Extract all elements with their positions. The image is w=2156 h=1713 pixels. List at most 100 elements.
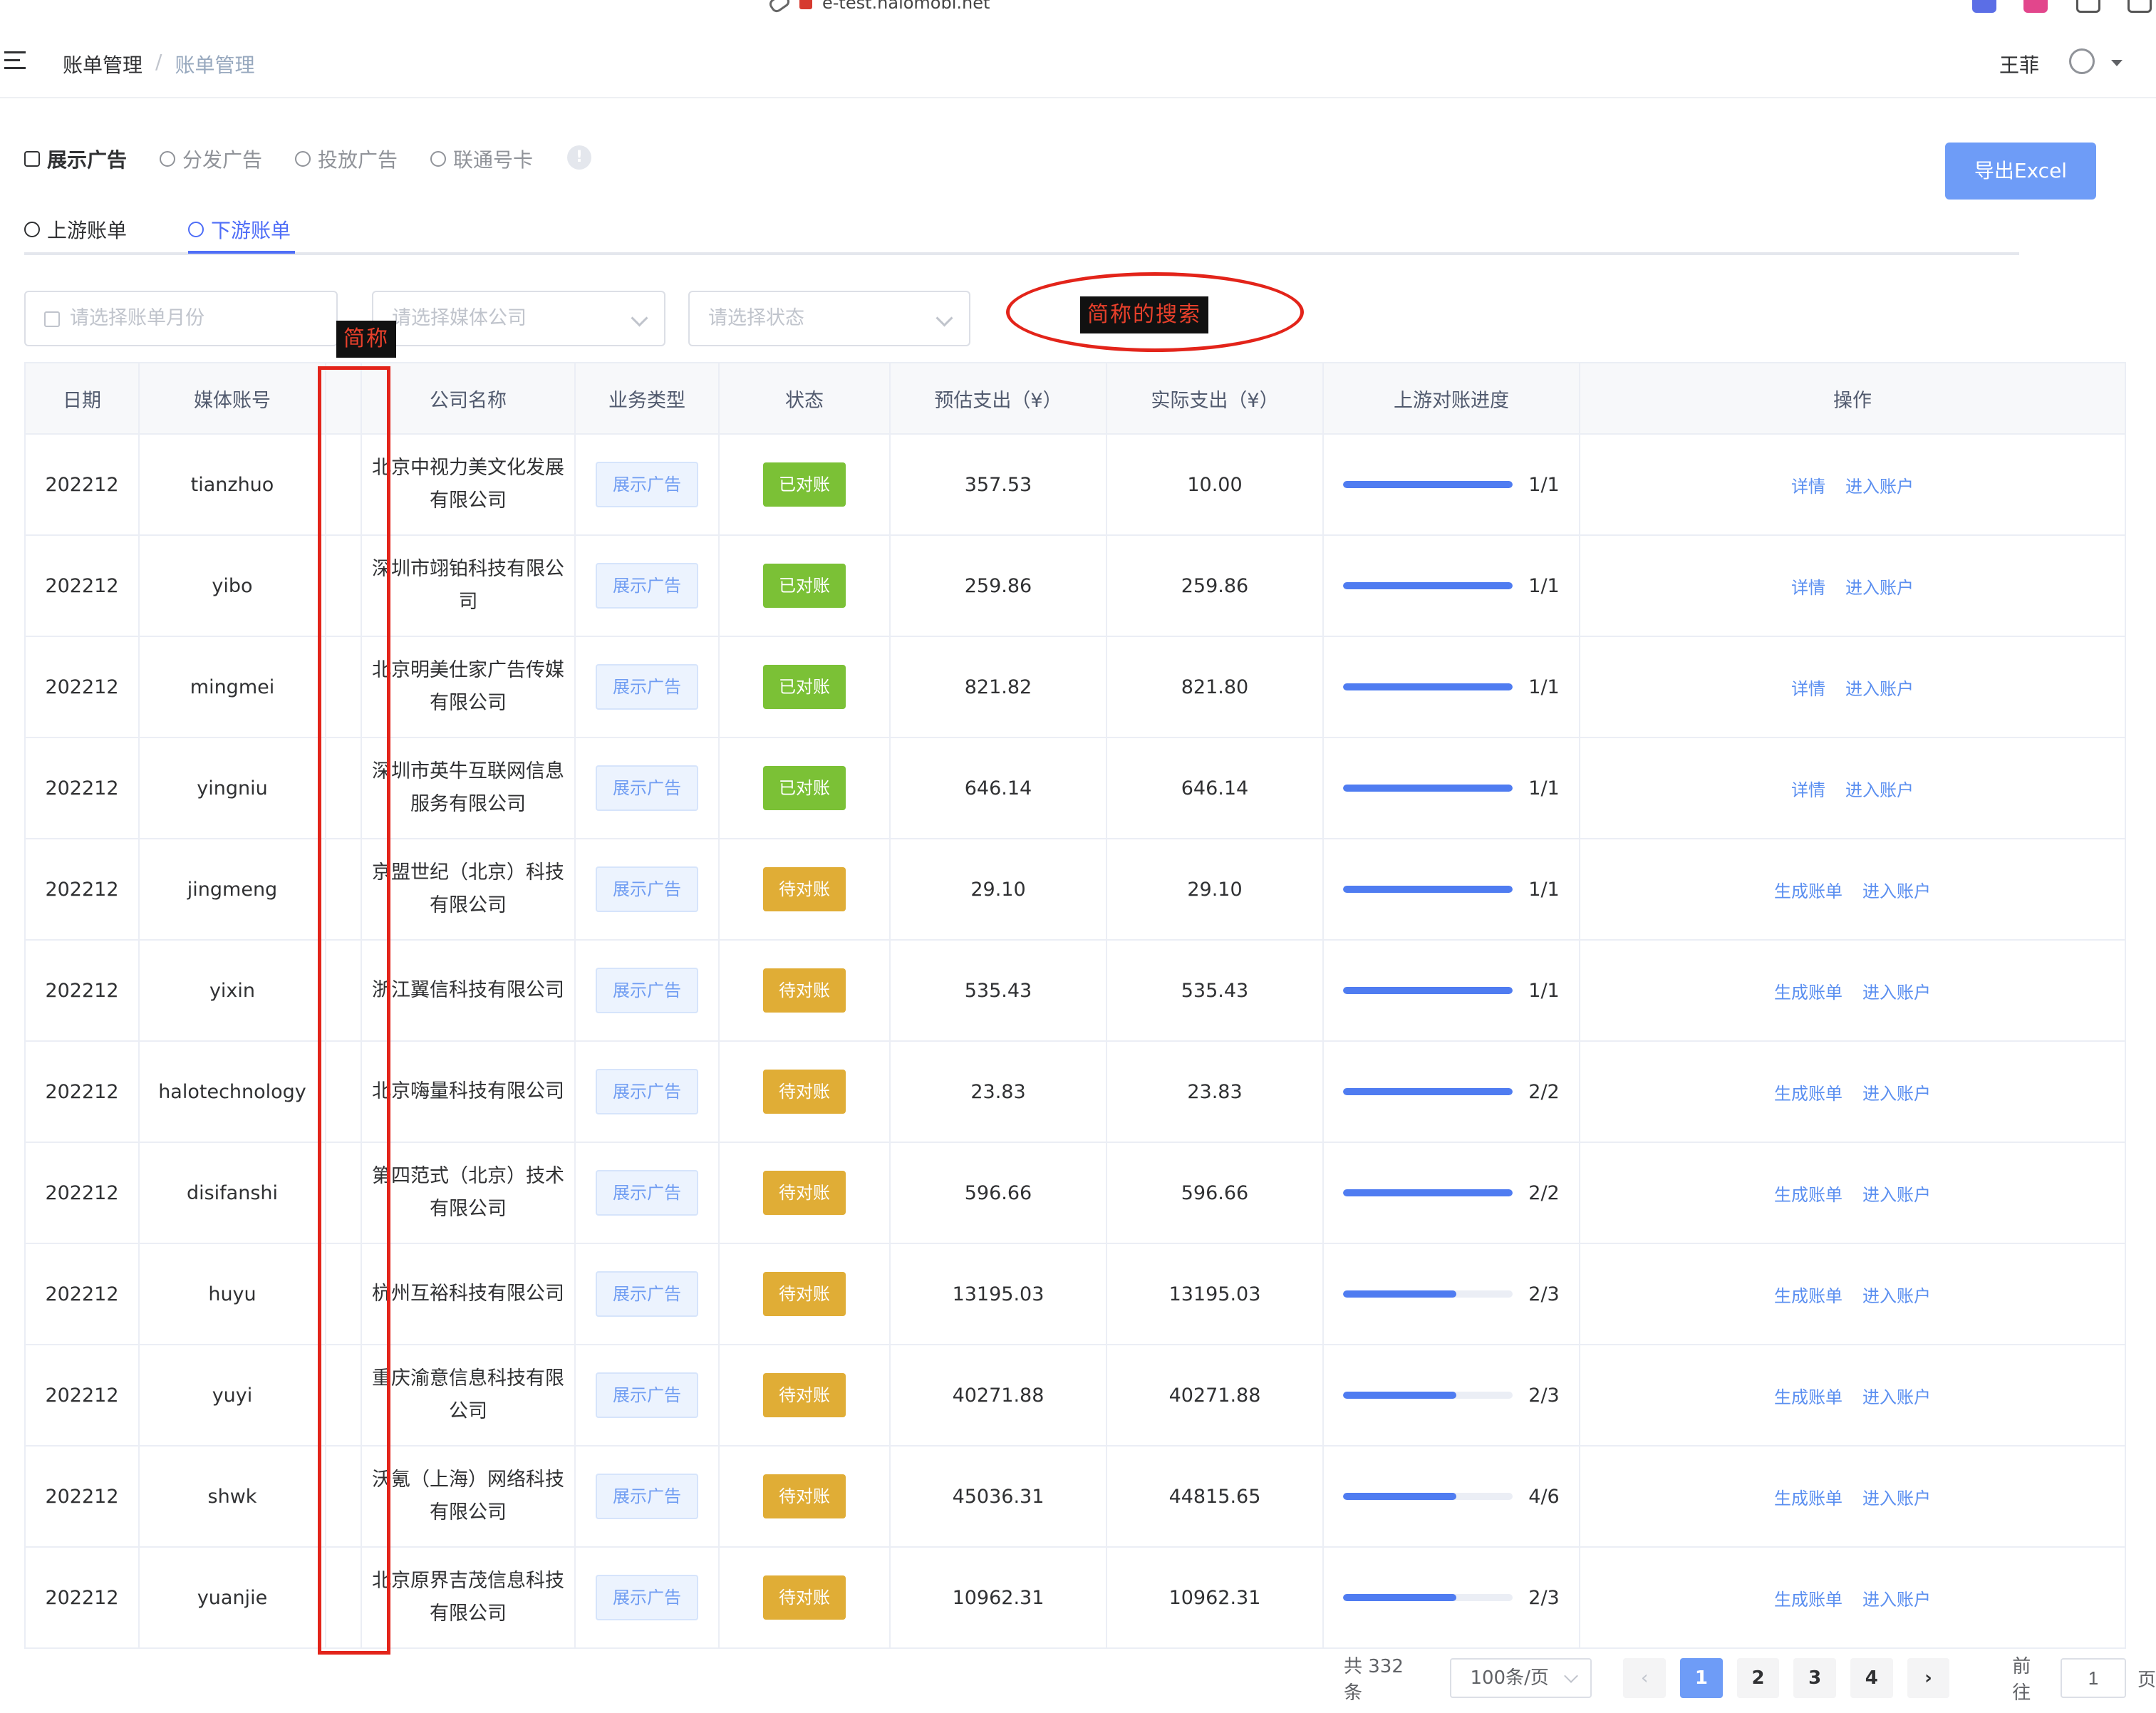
cell-estimated: 357.53 [890,434,1107,536]
header-account: 媒体账号 [139,363,326,435]
tab-label: 上游账单 [47,219,128,242]
biz-type-tag: 展示广告 [596,563,698,609]
progress-fill [1343,683,1513,690]
cell-biz-type: 展示广告 [575,1243,720,1345]
cell-date: 202212 [25,1243,140,1345]
generate-bill-link[interactable]: 生成账单 [1774,1387,1843,1407]
media-company-select[interactable]: 请选择媒体公司 [372,291,665,346]
prev-page-button[interactable]: ‹ [1623,1658,1667,1698]
cell-progress: 1/1 [1323,434,1580,536]
enter-account-link[interactable]: 进入账户 [1862,1185,1931,1205]
translate-icon[interactable] [2023,0,2048,13]
enter-account-link[interactable]: 进入账户 [1862,1590,1931,1610]
progress-fill [1343,785,1513,792]
tab-placement-ads[interactable]: 投放广告 [295,145,398,173]
progress-bar [1343,1392,1513,1399]
distribute-icon [160,151,175,167]
goto-page-input[interactable] [2060,1658,2126,1698]
progress-text: 1/1 [1528,878,1560,901]
header-company: 公司名称 [361,363,576,435]
menu-collapse-icon[interactable] [4,51,26,70]
header-estimated: 预估支出（¥） [890,363,1107,435]
generate-bill-link[interactable]: 生成账单 [1774,1084,1843,1104]
cell-account: yingniu [139,738,326,839]
details-link[interactable]: 详情 [1791,679,1825,699]
bill-month-picker[interactable]: 请选择账单月份 [24,291,338,346]
page-button[interactable]: 4 [1850,1658,1893,1698]
enter-account-link[interactable]: 进入账户 [1862,983,1931,1003]
enter-account-link[interactable]: 进入账户 [1862,1286,1931,1306]
cell-date: 202212 [25,434,140,536]
user-avatar-icon[interactable] [2069,48,2095,74]
browser-url: e-test.halomobi.net [822,0,990,13]
enter-account-link[interactable]: 进入账户 [1845,477,1914,497]
enter-account-link[interactable]: 进入账户 [1862,1084,1931,1104]
cell-actual: 44815.65 [1106,1446,1324,1548]
tab-label: 联通号卡 [453,148,534,172]
status-badge: 已对账 [763,462,846,507]
enter-account-link[interactable]: 进入账户 [1845,780,1914,800]
extension-icon[interactable] [1972,0,1996,13]
caret-down-icon[interactable] [2111,60,2123,66]
details-link[interactable]: 详情 [1791,578,1825,598]
details-link[interactable]: 详情 [1791,780,1825,800]
enter-account-link[interactable]: 进入账户 [1862,881,1931,901]
status-badge: 待对账 [763,1272,846,1316]
user-name[interactable]: 王菲 [1999,50,2039,78]
generate-bill-link[interactable]: 生成账单 [1774,1590,1843,1610]
page-size-select[interactable]: 100条/页 [1450,1658,1592,1698]
bill-icon [188,222,204,237]
tab-distribution-ads[interactable]: 分发广告 [160,145,262,173]
status-badge: 待对账 [763,1070,846,1114]
cell-actions: 详情 进入账户 [1580,738,2126,839]
status-placeholder: 请选择状态 [708,307,804,329]
link-icon [767,0,792,15]
cell-status: 待对账 [719,1547,891,1649]
cell-progress: 2/2 [1323,1041,1580,1143]
page-button[interactable]: 1 [1680,1658,1723,1698]
details-link[interactable]: 详情 [1791,477,1825,497]
tab-upstream-bills[interactable]: 上游账单 [24,215,127,244]
cell-date: 202212 [25,1142,140,1244]
cell-progress: 1/1 [1323,535,1580,637]
progress-bar [1343,785,1513,792]
enter-account-link[interactable]: 进入账户 [1845,578,1914,598]
biz-type-tag: 展示广告 [596,1069,698,1114]
cell-estimated: 535.43 [890,940,1107,1042]
progress-text: 2/3 [1528,1586,1560,1609]
tab-unicom-card[interactable]: 联通号卡 [430,145,533,173]
next-page-button[interactable]: › [1907,1658,1950,1698]
cell-account: disifanshi [139,1142,326,1244]
export-excel-button[interactable]: 导出Excel [1945,143,2096,200]
cell-actual: 13195.03 [1106,1243,1324,1345]
progress-text: 2/3 [1528,1283,1560,1305]
pagination: 共 332 条 100条/页 ‹ 1 2 3 4 › 前往 页 [1344,1656,2156,1704]
header-actions: 操作 [1580,363,2126,435]
enter-account-link[interactable]: 进入账户 [1862,1387,1931,1407]
enter-account-link[interactable]: 进入账户 [1845,679,1914,699]
generate-bill-link[interactable]: 生成账单 [1774,983,1843,1003]
status-select[interactable]: 请选择状态 [688,291,970,346]
page-button[interactable]: 2 [1736,1658,1780,1698]
biz-type-tag: 展示广告 [596,462,698,507]
cell-estimated: 646.14 [890,738,1107,839]
cell-progress: 2/2 [1323,1142,1580,1244]
page-button[interactable]: 3 [1793,1658,1836,1698]
generate-bill-link[interactable]: 生成账单 [1774,1489,1843,1508]
reader-icon[interactable] [2076,0,2100,13]
cell-actions: 生成账单 进入账户 [1580,1041,2126,1143]
sidebar-toggle-icon[interactable] [2128,0,2152,13]
enter-account-link[interactable]: 进入账户 [1862,1489,1931,1508]
breadcrumb-item[interactable]: 账单管理 [63,50,142,78]
generate-bill-link[interactable]: 生成账单 [1774,881,1843,901]
generate-bill-link[interactable]: 生成账单 [1774,1185,1843,1205]
info-icon[interactable]: ! [567,145,591,170]
progress-bar [1343,683,1513,690]
cell-account: halotechnology [139,1041,326,1143]
cell-actions: 生成账单 进入账户 [1580,940,2126,1042]
cell-estimated: 259.86 [890,535,1107,637]
generate-bill-link[interactable]: 生成账单 [1774,1286,1843,1306]
page-size-value: 100条/页 [1470,1667,1549,1689]
tab-display-ads[interactable]: 展示广告 [24,145,127,173]
tab-downstream-bills[interactable]: 下游账单 [188,215,291,244]
